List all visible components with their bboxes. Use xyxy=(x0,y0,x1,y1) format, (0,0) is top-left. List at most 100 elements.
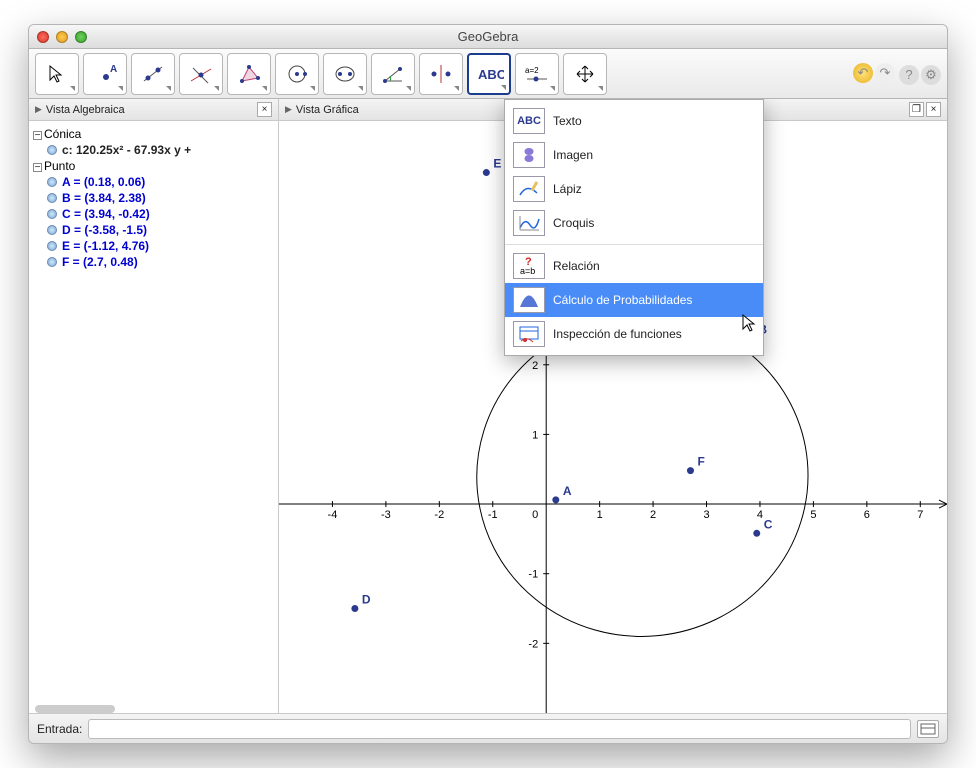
visibility-toggle[interactable] xyxy=(47,209,57,219)
collapse-icon[interactable]: − xyxy=(33,163,42,172)
group-point: Punto xyxy=(44,159,75,173)
input-bar: Entrada: xyxy=(29,713,947,743)
visibility-toggle[interactable] xyxy=(47,145,57,155)
visibility-toggle[interactable] xyxy=(47,193,57,203)
menu-item-probability[interactable]: Cálculo de Probabilidades xyxy=(505,283,763,317)
menu-item-text[interactable]: ABC Texto xyxy=(505,104,763,138)
menu-item-pen[interactable]: Lápiz xyxy=(505,172,763,206)
chevron-right-icon: ▶ xyxy=(285,104,292,115)
visibility-toggle[interactable] xyxy=(47,225,57,235)
tool-angle[interactable] xyxy=(371,53,415,95)
tool-text[interactable]: ABC xyxy=(467,53,511,95)
svg-text:1: 1 xyxy=(597,509,603,521)
svg-text:ABC: ABC xyxy=(478,67,504,82)
svg-text:a=2: a=2 xyxy=(525,66,539,75)
tool-perpendicular[interactable] xyxy=(179,53,223,95)
point-entry[interactable]: F = (2.7, 0.48) xyxy=(62,255,138,269)
point-entry[interactable]: B = (3.84, 2.38) xyxy=(62,191,146,205)
menu-label: Imagen xyxy=(553,148,593,162)
menu-separator xyxy=(505,244,763,245)
svg-text:1: 1 xyxy=(532,429,538,441)
scrollbar-thumb[interactable] xyxy=(35,705,115,713)
svg-text:3: 3 xyxy=(703,509,709,521)
svg-text:F: F xyxy=(697,455,704,469)
probability-icon xyxy=(513,287,545,313)
svg-text:-3: -3 xyxy=(381,509,391,521)
chevron-right-icon: ▶ xyxy=(35,104,42,115)
point-entry[interactable]: D = (-3.58, -1.5) xyxy=(62,223,147,237)
redo-button[interactable]: ↷ xyxy=(875,63,895,83)
text-icon: ABC xyxy=(513,108,545,134)
freehand-icon xyxy=(513,210,545,236)
graphics-detach-button[interactable]: ❐ xyxy=(909,102,924,117)
svg-text:-1: -1 xyxy=(488,509,498,521)
toolbar-right: ↶ ↷ ? ⚙ xyxy=(853,63,941,85)
graphics-panel-title: Vista Gráfica xyxy=(296,104,359,116)
settings-button[interactable]: ⚙ xyxy=(921,65,941,85)
menu-label: Texto xyxy=(553,114,582,128)
relation-icon: ?a=b xyxy=(513,253,545,279)
menu-label: Cálculo de Probabilidades xyxy=(553,293,692,307)
collapse-icon[interactable]: − xyxy=(33,131,42,140)
menu-label: Croquis xyxy=(553,216,594,230)
inspector-icon xyxy=(513,321,545,347)
point-entry[interactable]: A = (0.18, 0.06) xyxy=(62,175,145,189)
svg-text:-2: -2 xyxy=(528,638,538,650)
visibility-toggle[interactable] xyxy=(47,257,57,267)
tool-point[interactable]: A xyxy=(83,53,127,95)
svg-text:2: 2 xyxy=(650,509,656,521)
menu-item-inspector[interactable]: Inspección de funciones xyxy=(505,317,763,351)
graphics-close-button[interactable]: × xyxy=(926,102,941,117)
input-label: Entrada: xyxy=(37,722,82,736)
window-title: GeoGebra xyxy=(29,29,947,44)
app-window: GeoGebra A ABC a=2 ↶ ↷ ? ⚙ ▶ xyxy=(28,24,948,744)
tool-dropdown: ABC Texto Imagen Lápiz Croquis ?a=b Rela… xyxy=(504,99,764,356)
svg-text:5: 5 xyxy=(810,509,816,521)
tool-line[interactable] xyxy=(131,53,175,95)
svg-text:4: 4 xyxy=(757,509,763,521)
menu-item-freehand[interactable]: Croquis xyxy=(505,206,763,240)
svg-text:-1: -1 xyxy=(528,569,538,581)
svg-text:D: D xyxy=(362,593,371,607)
svg-text:2: 2 xyxy=(532,360,538,372)
svg-text:0: 0 xyxy=(532,509,538,521)
tool-circle[interactable] xyxy=(275,53,319,95)
conic-equation[interactable]: c: 120.25x² - 67.93x y + xyxy=(62,143,191,157)
tool-polygon[interactable] xyxy=(227,53,271,95)
svg-text:A: A xyxy=(563,484,572,498)
command-input[interactable] xyxy=(88,719,911,739)
svg-text:C: C xyxy=(764,517,773,531)
undo-button[interactable]: ↶ xyxy=(853,63,873,83)
image-icon xyxy=(513,142,545,168)
visibility-toggle[interactable] xyxy=(47,177,57,187)
svg-text:E: E xyxy=(493,157,501,171)
menu-item-relation[interactable]: ?a=b Relación xyxy=(505,249,763,283)
svg-text:A: A xyxy=(110,64,117,75)
point-entry[interactable]: E = (-1.12, 4.76) xyxy=(62,239,149,253)
algebra-panel: ▶ Vista Algebraica × −Cónica c: 120.25x²… xyxy=(29,99,279,713)
point-entry[interactable]: C = (3.94, -0.42) xyxy=(62,207,150,221)
tool-move-view[interactable] xyxy=(563,53,607,95)
graphics-panel: ▶ Vista Gráfica ❐ × -4-3-2-11234567-2-11… xyxy=(279,99,947,713)
svg-text:7: 7 xyxy=(917,509,923,521)
algebra-tree[interactable]: −Cónica c: 120.25x² - 67.93x y + −Punto … xyxy=(29,121,278,705)
group-conic: Cónica xyxy=(44,127,81,141)
menu-label: Lápiz xyxy=(553,182,582,196)
menu-label: Relación xyxy=(553,259,600,273)
tool-move[interactable] xyxy=(35,53,79,95)
algebra-panel-header[interactable]: ▶ Vista Algebraica × xyxy=(29,99,278,121)
tool-conic[interactable] xyxy=(323,53,367,95)
tool-reflect[interactable] xyxy=(419,53,463,95)
menu-label: Inspección de funciones xyxy=(553,327,682,341)
content-area: ▶ Vista Algebraica × −Cónica c: 120.25x²… xyxy=(29,99,947,713)
svg-text:a=b: a=b xyxy=(520,266,535,276)
titlebar[interactable]: GeoGebra xyxy=(29,25,947,49)
svg-text:-4: -4 xyxy=(328,509,338,521)
keyboard-button[interactable] xyxy=(917,720,939,738)
toolbar: A ABC a=2 ↶ ↷ ? ⚙ xyxy=(29,49,947,99)
algebra-close-button[interactable]: × xyxy=(257,102,272,117)
visibility-toggle[interactable] xyxy=(47,241,57,251)
tool-slider[interactable]: a=2 xyxy=(515,53,559,95)
help-button[interactable]: ? xyxy=(899,65,919,85)
menu-item-image[interactable]: Imagen xyxy=(505,138,763,172)
